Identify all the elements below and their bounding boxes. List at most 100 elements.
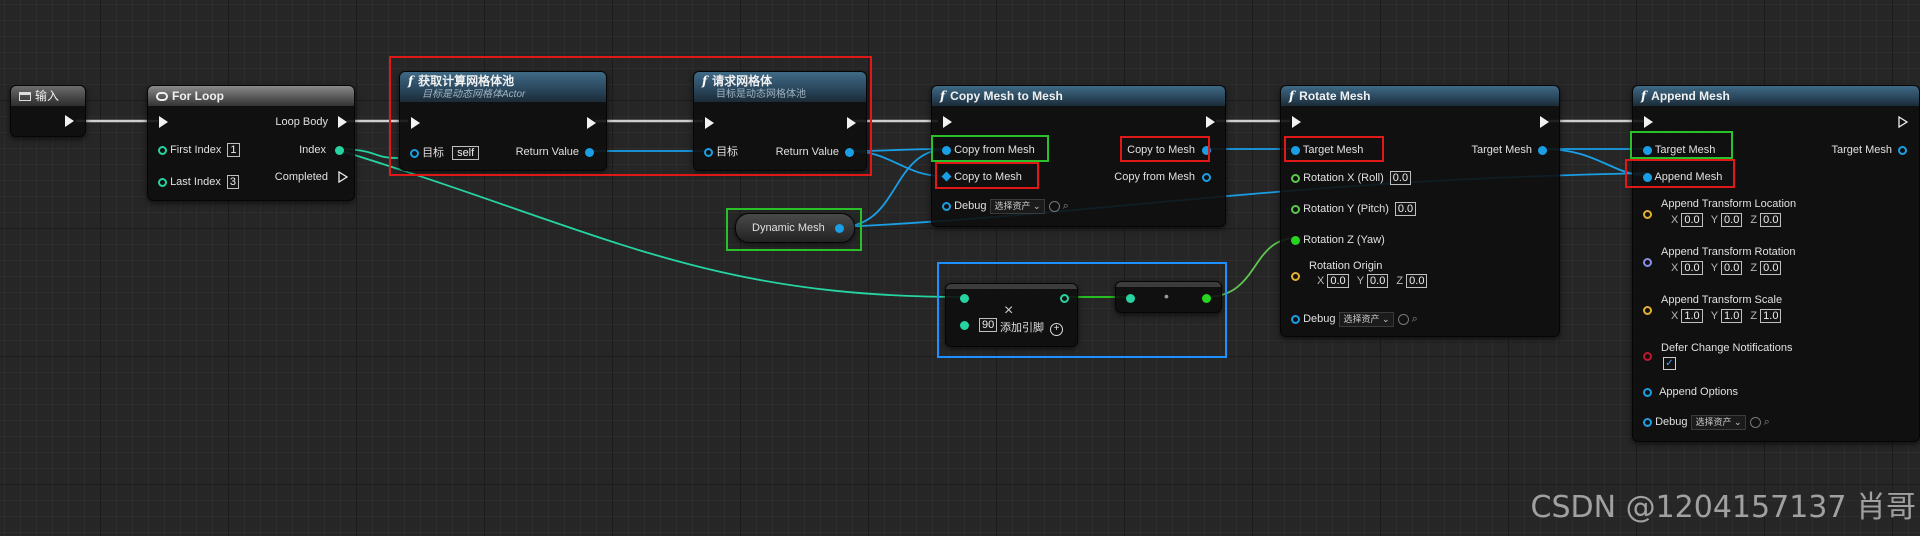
debug-pin[interactable]: Debug 选择资产 ⌄ ⌕ bbox=[1291, 312, 1418, 327]
exec-out-pin[interactable] bbox=[65, 115, 74, 127]
add-pin-button[interactable]: 添加引脚 + bbox=[1000, 321, 1064, 336]
b-value[interactable]: 90 bbox=[979, 318, 998, 332]
int-in-pin[interactable] bbox=[1126, 294, 1135, 303]
int-wire bbox=[334, 148, 965, 298]
loc-y-value[interactable]: 0.0 bbox=[1721, 213, 1743, 227]
exec-in-pin[interactable] bbox=[1292, 116, 1301, 128]
target-mesh-out-pin[interactable] bbox=[1898, 146, 1907, 155]
loc-x-value[interactable]: 0.0 bbox=[1681, 213, 1703, 227]
loc-z-value[interactable]: 0.0 bbox=[1760, 213, 1782, 227]
axis-z-label: Z bbox=[1750, 262, 1758, 274]
asset-select[interactable]: 选择资产 ⌄ bbox=[1691, 415, 1746, 430]
multiply-node[interactable]: 90 × 添加引脚 + bbox=[945, 283, 1078, 347]
search-icon[interactable]: ⌕ bbox=[1063, 200, 1069, 212]
defer-pin[interactable] bbox=[1643, 352, 1652, 361]
rotation-y-pin[interactable]: Rotation Y (Pitch) 0.0 bbox=[1291, 202, 1417, 216]
copy-from-mesh-label: Copy from Mesh bbox=[954, 144, 1035, 156]
a-in-pin[interactable] bbox=[960, 294, 969, 303]
exec-in-pin[interactable] bbox=[411, 117, 420, 129]
copy-to-mesh-out-pin[interactable] bbox=[1202, 146, 1211, 155]
rotation-pin[interactable] bbox=[1643, 258, 1652, 267]
rotation-x-value[interactable]: 0.0 bbox=[1389, 171, 1412, 185]
browse-icon[interactable] bbox=[1048, 200, 1060, 212]
for-loop-node[interactable]: For Loop Loop Body First Index 1 Index La… bbox=[147, 85, 355, 201]
exec-in-pin[interactable] bbox=[705, 117, 714, 129]
float-out-pin[interactable] bbox=[1202, 294, 1211, 303]
append-options-pin[interactable]: Append Options bbox=[1643, 385, 1738, 399]
rotate-mesh-node[interactable]: f Rotate Mesh Target Mesh Target Mesh Rot… bbox=[1280, 85, 1560, 337]
return-value-pin[interactable] bbox=[585, 148, 594, 157]
rot-z-value[interactable]: 0.0 bbox=[1760, 261, 1782, 275]
get-compute-mesh-pool-node[interactable]: f 获取计算网格体池 目标是动态网格体Actor 目标 self Return Va… bbox=[399, 71, 607, 171]
scale-z-value[interactable]: 1.0 bbox=[1760, 309, 1782, 323]
rotation-x-pin[interactable]: Rotation X (Roll) 0.0 bbox=[1291, 171, 1412, 185]
exec-out-pin[interactable] bbox=[587, 117, 596, 129]
append-mesh-title: Append Mesh bbox=[1651, 89, 1730, 103]
last-index-value[interactable]: 3 bbox=[226, 175, 239, 189]
exec-out-pin[interactable] bbox=[847, 117, 856, 129]
axis-y-label: Y bbox=[1356, 275, 1365, 287]
copy-from-mesh-out-pin[interactable] bbox=[1202, 173, 1211, 182]
defer-checkbox[interactable]: ✓ bbox=[1663, 357, 1676, 370]
origin-y-value[interactable]: 0.0 bbox=[1367, 274, 1389, 288]
exec-out-pin[interactable] bbox=[1540, 116, 1549, 128]
copy-mesh-title: Copy Mesh to Mesh bbox=[950, 89, 1063, 103]
origin-z-value[interactable]: 0.0 bbox=[1406, 274, 1428, 288]
rotation-label: Append Transform Rotation bbox=[1661, 246, 1796, 258]
first-index-value[interactable]: 1 bbox=[227, 143, 240, 157]
debug-pin[interactable]: Debug 选择资产 ⌄ ⌕ bbox=[942, 199, 1069, 214]
scale-y-value[interactable]: 1.0 bbox=[1721, 309, 1743, 323]
exec-out-pin[interactable] bbox=[1898, 116, 1908, 128]
rot-y-value[interactable]: 0.0 bbox=[1721, 261, 1743, 275]
result-out-pin[interactable] bbox=[1060, 294, 1069, 303]
scale-pin[interactable] bbox=[1643, 306, 1652, 315]
rotation-z-pin[interactable]: Rotation Z (Yaw) bbox=[1291, 233, 1385, 247]
browse-icon[interactable] bbox=[1397, 313, 1409, 325]
scale-x-value[interactable]: 1.0 bbox=[1681, 309, 1703, 323]
search-icon[interactable]: ⌕ bbox=[1764, 416, 1770, 428]
exec-out-pin[interactable] bbox=[1206, 116, 1215, 128]
return-value-pin[interactable] bbox=[845, 148, 854, 157]
copy-mesh-to-mesh-node[interactable]: f Copy Mesh to Mesh Copy from Mesh Copy t… bbox=[931, 85, 1226, 227]
exec-in-pin[interactable] bbox=[159, 116, 168, 128]
target-mesh-in-pin[interactable]: Target Mesh bbox=[1291, 143, 1363, 157]
input-node[interactable]: 输入 bbox=[10, 85, 86, 137]
dynamic-mesh-out-pin[interactable] bbox=[835, 224, 844, 233]
asset-select[interactable]: 选择资产 ⌄ bbox=[990, 199, 1045, 214]
last-index-pin[interactable]: Last Index 3 bbox=[158, 175, 239, 189]
int-to-float-conversion-node[interactable]: • bbox=[1115, 281, 1222, 313]
b-in-pin[interactable] bbox=[960, 321, 969, 330]
last-index-label: Last Index bbox=[170, 176, 221, 188]
request-mesh-node[interactable]: f 请求网格体 目标是动态网格体池 目标 Return Value bbox=[693, 71, 867, 171]
debug-label: Debug bbox=[1655, 416, 1688, 428]
append-mesh-pin[interactable]: Append Mesh bbox=[1643, 170, 1722, 184]
target-mesh-out-pin[interactable] bbox=[1538, 146, 1547, 155]
debug-pin[interactable]: Debug 选择资产 ⌄ ⌕ bbox=[1643, 415, 1770, 430]
copy-from-mesh-pin[interactable]: Copy from Mesh bbox=[942, 143, 1035, 157]
copy-to-mesh-in-pin[interactable]: Copy to Mesh bbox=[941, 170, 1022, 184]
completed-exec-pin[interactable] bbox=[338, 171, 348, 183]
index-out-pin[interactable] bbox=[335, 146, 344, 155]
exec-in-pin[interactable] bbox=[943, 116, 952, 128]
append-mesh-node[interactable]: f Append Mesh Target Mesh Target Mesh App… bbox=[1632, 85, 1920, 442]
dynamic-mesh-variable-node[interactable]: Dynamic Mesh bbox=[735, 213, 855, 243]
origin-x-value[interactable]: 0.0 bbox=[1327, 274, 1349, 288]
exec-in-pin[interactable] bbox=[1644, 116, 1653, 128]
search-icon[interactable]: ⌕ bbox=[1412, 313, 1418, 325]
target-mesh-in-pin[interactable]: Target Mesh bbox=[1643, 143, 1715, 157]
add-pin-label: 添加引脚 bbox=[1000, 322, 1044, 334]
input-node-header: 输入 bbox=[11, 86, 85, 106]
target-pin[interactable]: 目标 self bbox=[410, 146, 480, 160]
asset-select[interactable]: 选择资产 ⌄ bbox=[1339, 312, 1394, 327]
conversion-symbol: • bbox=[1164, 288, 1169, 304]
rotation-origin-pin[interactable] bbox=[1291, 272, 1300, 281]
target-value[interactable]: self bbox=[452, 146, 480, 160]
location-pin[interactable] bbox=[1643, 210, 1652, 219]
rot-x-value[interactable]: 0.0 bbox=[1681, 261, 1703, 275]
loop-body-exec-pin[interactable] bbox=[338, 116, 347, 128]
first-index-pin[interactable]: First Index 1 bbox=[158, 143, 240, 157]
rotation-y-value[interactable]: 0.0 bbox=[1394, 202, 1417, 216]
browse-icon[interactable] bbox=[1749, 416, 1761, 428]
target-pin[interactable]: 目标 bbox=[704, 145, 738, 159]
request-mesh-header: f 请求网格体 目标是动态网格体池 bbox=[694, 72, 866, 102]
